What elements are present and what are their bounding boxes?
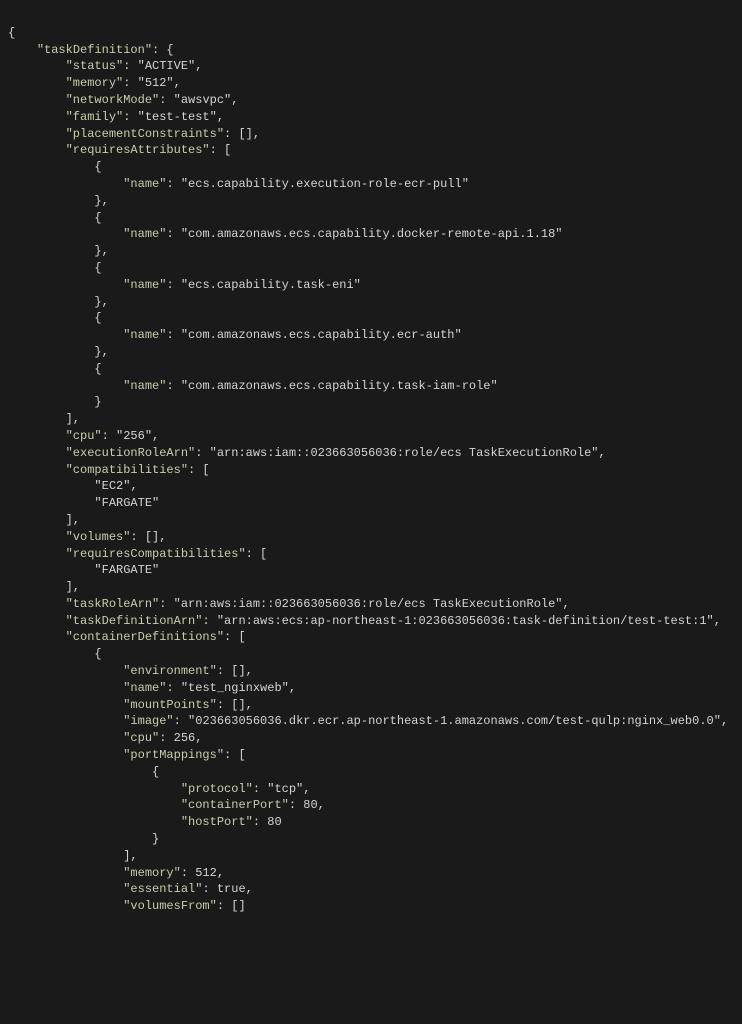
json-key: "protocol" (181, 782, 253, 796)
json-value: "ecs.capability.task-eni" (181, 278, 361, 292)
json-value: "test-test" (138, 110, 217, 124)
json-key: "cpu" (123, 731, 159, 745)
json-value: "ecs.capability.execution-role-ecr-pull" (181, 177, 469, 191)
json-key: "volumes" (66, 530, 131, 544)
json-value: "arn:aws:iam::023663056036:role/ecs Task… (210, 446, 599, 460)
json-value: "FARGATE" (94, 496, 159, 510)
json-key: "essential" (123, 882, 202, 896)
json-code-block: { "taskDefinition": { "status": "ACTIVE"… (8, 25, 734, 915)
json-key: "networkMode" (66, 93, 160, 107)
json-key: "hostPort" (181, 815, 253, 829)
json-key: "name" (123, 177, 166, 191)
json-value: "com.amazonaws.ecs.capability.task-iam-r… (181, 379, 498, 393)
json-value: "com.amazonaws.ecs.capability.ecr-auth" (181, 328, 462, 342)
json-value: "test_nginxweb" (181, 681, 289, 695)
json-value: "com.amazonaws.ecs.capability.docker-rem… (181, 227, 563, 241)
json-value: true (217, 882, 246, 896)
json-value: 512 (195, 866, 217, 880)
json-key: "placementConstraints" (66, 127, 224, 141)
json-value: "FARGATE" (94, 563, 159, 577)
json-value: "awsvpc" (174, 93, 232, 107)
json-key: "containerPort" (181, 798, 289, 812)
json-key: "portMappings" (123, 748, 224, 762)
json-value: 80 (303, 798, 317, 812)
json-value: "023663056036.dkr.ecr.ap-northeast-1.ama… (188, 714, 721, 728)
json-key: "environment" (123, 664, 217, 678)
json-key: "taskDefinitionArn" (66, 614, 203, 628)
json-key: "volumesFrom" (123, 899, 217, 913)
json-key: "memory" (66, 76, 124, 90)
json-value: "arn:aws:iam::023663056036:role/ecs Task… (174, 597, 563, 611)
json-key: "compatibilities" (66, 463, 188, 477)
json-key: "image" (123, 714, 173, 728)
json-key: "mountPoints" (123, 698, 217, 712)
json-value: "tcp" (267, 782, 303, 796)
json-key: "name" (123, 681, 166, 695)
json-key: "status" (66, 59, 124, 73)
json-key: "taskDefinition" (37, 43, 152, 57)
json-key: "requiresAttributes" (66, 143, 210, 157)
json-value: 256 (174, 731, 196, 745)
json-key: "containerDefinitions" (66, 630, 224, 644)
json-key: "name" (123, 328, 166, 342)
json-key: "family" (66, 110, 124, 124)
json-key: "name" (123, 379, 166, 393)
json-key: "taskRoleArn" (66, 597, 160, 611)
json-value: 80 (267, 815, 281, 829)
json-key: "requiresCompatibilities" (66, 547, 246, 561)
json-value: "256" (116, 429, 152, 443)
json-key: "name" (123, 227, 166, 241)
json-value: "ACTIVE" (138, 59, 196, 73)
json-value: "EC2" (94, 479, 130, 493)
json-key: "memory" (123, 866, 181, 880)
json-value: "arn:aws:ecs:ap-northeast-1:023663056036… (217, 614, 714, 628)
json-key: "name" (123, 278, 166, 292)
json-key: "executionRoleArn" (66, 446, 196, 460)
json-key: "cpu" (66, 429, 102, 443)
json-value: "512" (138, 76, 174, 90)
